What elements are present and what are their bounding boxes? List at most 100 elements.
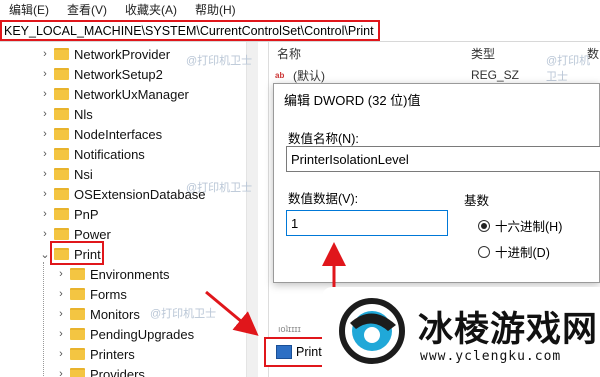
menu-bar: 编辑(E) 查看(V) 收藏夹(A) 帮助(H) (0, 0, 600, 18)
chevron-right-icon[interactable]: › (56, 328, 66, 340)
logo-text: 冰棱游戏网 (418, 310, 599, 350)
tree-item-label: NetworkProvider (74, 46, 171, 62)
chevron-right-icon[interactable]: › (40, 108, 50, 120)
address-bar: KEY_LOCAL_MACHINE\SYSTEM\CurrentControlS… (0, 19, 600, 42)
tree-item[interactable]: › Printers (56, 344, 135, 364)
menu-help[interactable]: 帮助(H) (186, 1, 245, 18)
tree-item-label: PendingUpgrades (90, 326, 195, 342)
logo-url: www.yclengku.com (420, 349, 562, 364)
value-name: (默认) (293, 68, 325, 83)
edit-dword-dialog: 编辑 DWORD (32 位)值 数值名称(N): 数值数据(V): 基数 十六… (273, 83, 600, 283)
folder-icon (70, 368, 85, 377)
menu-edit[interactable]: 编辑(E) (0, 1, 58, 18)
base-label: 基数 (464, 194, 490, 208)
tree-item[interactable]: › Nsi (40, 164, 93, 184)
folder-icon (54, 108, 69, 120)
tree-item-label: NetworkSetup2 (74, 66, 163, 82)
tree-item-label: Nls (74, 106, 93, 122)
tree-item-label: NodeInterfaces (74, 126, 163, 142)
folder-icon (54, 188, 69, 200)
string-value-icon: ab (275, 70, 285, 80)
chevron-down-icon[interactable]: ⌄ (40, 248, 50, 261)
value-name-field[interactable] (286, 146, 600, 172)
value-data-label: 数值数据(V): (288, 192, 359, 206)
tree-item-label: Providers (90, 366, 145, 377)
chevron-right-icon[interactable]: › (56, 288, 66, 300)
watermark-text: @打印机卫士 (150, 308, 217, 320)
dword-value-icon (276, 345, 292, 359)
folder-icon (54, 148, 69, 160)
chevron-right-icon[interactable]: › (40, 88, 50, 100)
registry-tree: › NetworkProvider › NetworkSetup2 › Netw… (0, 42, 258, 377)
radio-hex[interactable]: 十六进制(H) (478, 216, 562, 235)
watermark-text: @打印机卫士 (546, 55, 591, 83)
menu-favorites[interactable]: 收藏夹(A) (116, 1, 186, 18)
folder-icon (70, 348, 85, 360)
tree-item[interactable]: › PendingUpgrades (56, 324, 194, 344)
chevron-right-icon[interactable]: › (40, 208, 50, 220)
watermark-text: @打印机卫士 (186, 182, 253, 194)
chevron-right-icon[interactable]: › (40, 228, 50, 240)
address-input[interactable]: KEY_LOCAL_MACHINE\SYSTEM\CurrentControlS… (0, 20, 380, 41)
tree-item[interactable]: › Monitors (56, 304, 140, 324)
site-logo: 冰棱游戏网 www.yclengku.com (322, 287, 600, 377)
folder-icon (54, 48, 69, 60)
folder-icon (70, 288, 85, 300)
tree-item-label: Nsi (74, 166, 93, 182)
folder-icon (54, 208, 69, 220)
tree-item-label: PnP (74, 206, 99, 222)
folder-icon (54, 168, 69, 180)
radio-unchecked-icon[interactable] (478, 245, 490, 258)
tree-item[interactable]: › Notifications (40, 144, 145, 164)
tree-item[interactable]: › NetworkUxManager (40, 84, 189, 104)
chevron-right-icon[interactable]: › (56, 308, 66, 320)
folder-icon (54, 88, 69, 100)
tree-item-label: Environments (90, 266, 170, 282)
folder-icon (54, 228, 69, 240)
tree-item-label: Forms (90, 286, 127, 302)
folder-icon (70, 308, 85, 320)
tree-scrollbar[interactable] (246, 42, 258, 377)
radio-dec[interactable]: 十进制(D) (478, 242, 550, 261)
folder-icon (70, 328, 85, 340)
tree-item-label: Notifications (74, 146, 145, 162)
tree-item[interactable]: › NetworkSetup2 (40, 64, 163, 84)
tree-item[interactable]: › PnP (40, 204, 99, 224)
chevron-right-icon[interactable]: › (56, 268, 66, 280)
watermark-text: @打印机卫士 (186, 55, 253, 67)
tree-item[interactable]: › Providers (56, 364, 145, 377)
chevron-right-icon[interactable]: › (40, 48, 50, 60)
radio-hex-label: 十六进制(H) (495, 220, 563, 234)
chevron-right-icon[interactable]: › (40, 68, 50, 80)
folder-icon (54, 68, 69, 80)
logo-mark-icon (339, 298, 405, 364)
radio-checked-icon[interactable] (478, 219, 490, 232)
chevron-right-icon[interactable]: › (56, 348, 66, 360)
column-type[interactable]: 类型 (471, 45, 495, 62)
chevron-right-icon[interactable]: › (40, 128, 50, 140)
print-highlight-box (50, 241, 104, 265)
tree-item[interactable]: › NodeInterfaces (40, 124, 162, 144)
tree-item-label: Monitors (90, 306, 140, 322)
tree-item[interactable]: › OSExtensionDatabase (40, 184, 205, 204)
value-type: REG_SZ (471, 68, 520, 82)
value-data-field[interactable] (286, 210, 448, 236)
chevron-right-icon[interactable]: › (40, 188, 50, 200)
chevron-right-icon[interactable]: › (40, 148, 50, 160)
column-name[interactable]: 名称 (277, 45, 301, 62)
radio-dec-label: 十进制(D) (495, 246, 550, 260)
chevron-right-icon[interactable]: › (40, 168, 50, 180)
base-group: 基数 十六进制(H) 十进制(D) (454, 190, 600, 284)
folder-icon (54, 128, 69, 140)
tree-item-label: Power (74, 226, 111, 242)
tree-item[interactable]: › NetworkProvider (40, 44, 170, 64)
dialog-title: 编辑 DWORD (32 位)值 (284, 93, 421, 108)
value-row-partial: ıoʇɪɪɪɪ (278, 324, 301, 334)
tree-item[interactable]: › Environments (56, 264, 169, 284)
menu-view[interactable]: 查看(V) (58, 1, 116, 18)
folder-icon (70, 268, 85, 280)
tree-item[interactable]: › Nls (40, 104, 93, 124)
tree-item[interactable]: › Forms (56, 284, 127, 304)
tree-item-label: Printers (90, 346, 135, 362)
chevron-right-icon[interactable]: › (56, 368, 66, 377)
